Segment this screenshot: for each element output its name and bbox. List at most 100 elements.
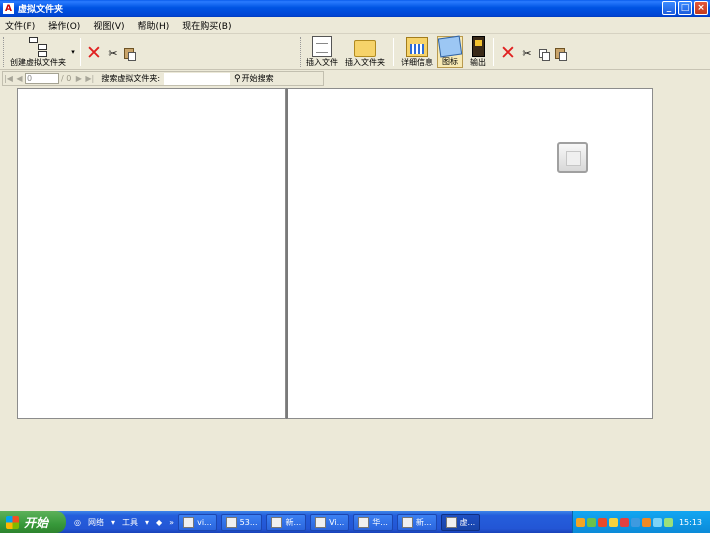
search-label: 搜索虚拟文件夹: [101,74,161,83]
menu-help[interactable]: 帮助(H) [138,19,170,32]
last-page-icon[interactable]: ▶| [84,73,95,84]
start-label: 开始 [24,515,49,530]
details-label: 详细信息 [401,58,433,67]
insert-file-label: 插入文件 [306,58,338,67]
task-icon [183,516,195,528]
tray-icon[interactable] [609,517,618,527]
previous-page-icon[interactable]: ◀ [14,73,25,84]
toolbar: 创建虚拟文件夹 ▾ ✕ ✂ 插入文件 插入文件夹 详细信息 图标 输出 ✕ ✂ [0,34,710,70]
autoscroll-icon[interactable] [557,142,588,173]
large-icons-label: 图标 [442,57,458,66]
page-number-input[interactable]: 0 [25,73,59,84]
task-button[interactable]: vi... [178,513,217,531]
cut-button[interactable]: ✂ [106,44,120,60]
delete-icon: ✕ [500,42,516,64]
task-icon [271,516,283,528]
toolbar-grip-2[interactable] [300,37,303,67]
paste-icon [124,48,136,61]
tray-icon[interactable] [598,517,607,527]
details-icon [406,37,428,57]
task-label: 虚... [459,517,476,527]
paste-icon [555,48,567,61]
maximize-button[interactable]: □ [678,1,692,15]
first-page-icon[interactable]: |◀ [3,73,14,84]
volume-icon[interactable] [653,517,662,527]
close-button[interactable]: × [694,1,708,15]
insert-folder-button[interactable]: 插入文件夹 [343,36,387,68]
task-label: 新... [285,517,302,527]
create-folder-dropdown[interactable]: ▾ [70,46,76,56]
paste-button-2[interactable] [553,45,567,61]
insert-file-button[interactable]: 插入文件 [304,36,340,68]
export-button[interactable]: 输出 [467,36,489,68]
task-button[interactable]: 华... [353,513,393,531]
folder-tree-panel[interactable] [17,88,286,419]
start-search-button[interactable]: ⚲ 开始搜索 [234,73,274,84]
create-folder-button[interactable]: 创建虚拟文件夹 [7,36,69,68]
menu-view[interactable]: 视图(V) [93,19,124,32]
menu-bar: 文件(F) 操作(O) 视图(V) 帮助(H) 现在购买(B) [0,17,710,34]
delete-button-2[interactable]: ✕ [498,41,518,63]
app-icon[interactable]: A [3,3,14,14]
menu-buy-now[interactable]: 现在购买(B) [182,19,231,32]
task-button[interactable]: 新... [266,513,307,531]
toolbar-grip[interactable] [3,37,6,67]
tray-icon[interactable] [642,517,651,527]
network-tray-icon[interactable] [664,517,673,527]
windows-logo-icon [6,515,19,529]
start-button[interactable]: 开始 [0,511,66,533]
task-button-active[interactable]: 虚... [440,513,481,531]
task-icon [401,516,413,528]
more-chevron-icon[interactable]: » [169,518,174,527]
quicklaunch-network[interactable]: 网络 [88,517,104,528]
create-folder-label: 创建虚拟文件夹 [10,58,66,67]
task-label: 华... [372,517,388,527]
network-dropdown-icon[interactable]: ▾ [111,518,115,527]
copy-button[interactable] [537,45,551,61]
delete-button[interactable]: ✕ [84,41,104,63]
tray-icon[interactable] [587,517,596,527]
large-icons-icon [437,35,463,58]
export-label: 输出 [470,58,486,67]
folder-icon [354,40,376,57]
tray-icon[interactable] [631,517,640,527]
delete-icon: ✕ [86,42,102,64]
scissors-icon: ✂ [522,47,532,60]
search-input[interactable] [164,72,231,85]
task-label: vi... [197,517,212,527]
shield-icon[interactable]: ◆ [156,518,162,527]
window-title: 虚拟文件夹 [18,5,64,15]
task-icon [445,516,457,528]
copy-icon [539,49,550,61]
insert-folder-label: 插入文件夹 [345,58,385,67]
taskbar: 开始 ◎ 网络 ▾ 工具 ▾ ◆ » vi... 53... 新... Vi..… [0,511,710,533]
title-bar[interactable]: A 虚拟文件夹 _ □ × [0,0,710,17]
task-button[interactable]: 新... [396,513,437,531]
task-icon [225,516,237,528]
page-total: / 0 [61,74,72,83]
quicklaunch-tools[interactable]: 工具 [122,517,138,528]
task-label: Vi... [329,517,345,527]
next-page-icon[interactable]: ▶ [73,73,84,84]
cut-button-2[interactable]: ✂ [520,44,534,60]
tray-icon[interactable] [576,517,585,527]
task-button[interactable]: 53... [220,513,263,531]
large-icons-view-button[interactable]: 图标 [437,35,463,68]
scissors-icon: ✂ [108,47,118,60]
tools-dropdown-icon[interactable]: ▾ [145,518,149,527]
task-button[interactable]: Vi... [310,513,350,531]
task-icon [358,516,370,528]
menu-operation[interactable]: 操作(O) [48,19,80,32]
ie-icon[interactable]: ◎ [74,518,81,527]
menu-file[interactable]: 文件(F) [5,19,35,32]
clock[interactable]: 15:13 [679,518,702,527]
start-search-label: 开始搜索 [241,74,274,83]
file-list-panel[interactable] [286,88,653,419]
paste-button[interactable] [122,45,136,61]
search-bar: |◀ ◀ 0 / 0 ▶ ▶| 搜索虚拟文件夹: ⚲ 开始搜索 [2,71,324,86]
task-icon [315,516,327,528]
binoculars-icon: ⚲ [234,73,241,84]
details-view-button[interactable]: 详细信息 [398,36,436,68]
tray-icon[interactable] [620,517,629,527]
minimize-button[interactable]: _ [662,1,676,15]
